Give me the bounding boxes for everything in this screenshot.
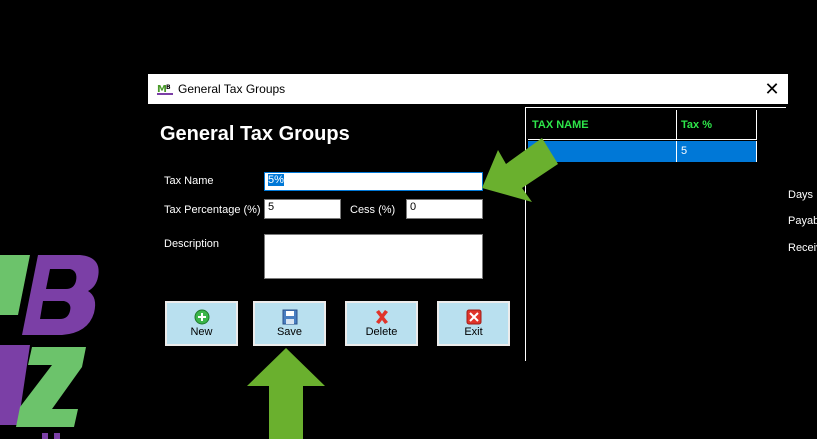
grid-header: TAX NAME Tax % xyxy=(528,110,757,140)
delete-button-label: Delete xyxy=(365,326,398,338)
new-button[interactable]: New xyxy=(165,301,238,346)
tax-percentage-label: Tax Percentage (%) xyxy=(164,204,261,216)
red-x-icon xyxy=(375,310,388,324)
window-title: General Tax Groups xyxy=(178,82,286,96)
general-tax-groups-window: M B General Tax Groups ✕ General Tax Gro… xyxy=(148,74,788,361)
tax-name-value: 5% xyxy=(268,174,284,186)
description-label: Description xyxy=(164,238,220,250)
exit-button[interactable]: Exit xyxy=(437,301,510,346)
tax-percentage-input[interactable]: 5 xyxy=(264,199,341,219)
bz-logo-graphic xyxy=(0,255,99,439)
tax-name-label: Tax Name xyxy=(164,175,214,187)
tax-name-input[interactable]: 5% xyxy=(264,172,483,191)
background-logo xyxy=(0,255,110,439)
side-label-receivable: Receiv xyxy=(788,242,817,254)
delete-button[interactable]: Delete xyxy=(345,301,418,346)
tax-groups-grid[interactable]: TAX NAME Tax % 5 xyxy=(525,107,786,361)
new-button-label: New xyxy=(190,326,213,338)
arrow-pointing-tax-name-icon xyxy=(482,138,558,202)
save-button-label: Save xyxy=(276,326,303,338)
plus-circle-icon xyxy=(194,309,209,325)
cess-label: Cess (%) xyxy=(350,204,396,216)
save-button[interactable]: Save xyxy=(253,301,326,346)
table-row[interactable]: 5 xyxy=(528,141,757,162)
svg-text:B: B xyxy=(166,84,171,91)
arrow-pointing-save-icon xyxy=(247,348,325,439)
close-icon: ✕ xyxy=(764,78,780,100)
page-title: General Tax Groups xyxy=(160,123,350,145)
floppy-disk-icon xyxy=(282,309,297,325)
exit-x-icon xyxy=(466,309,481,325)
mb-logo-icon: M B xyxy=(157,84,173,95)
cell-tax-pct[interactable]: 5 xyxy=(677,141,757,162)
side-label-payable: Payab xyxy=(788,215,817,227)
column-header-tax-pct[interactable]: Tax % xyxy=(677,110,757,140)
side-label-days: Days xyxy=(788,189,814,201)
cess-input[interactable]: 0 xyxy=(406,199,483,219)
description-textarea[interactable] xyxy=(264,234,483,279)
close-button[interactable]: ✕ xyxy=(756,74,788,104)
title-bar[interactable]: M B General Tax Groups ✕ xyxy=(148,74,788,104)
exit-button-label: Exit xyxy=(464,326,483,338)
